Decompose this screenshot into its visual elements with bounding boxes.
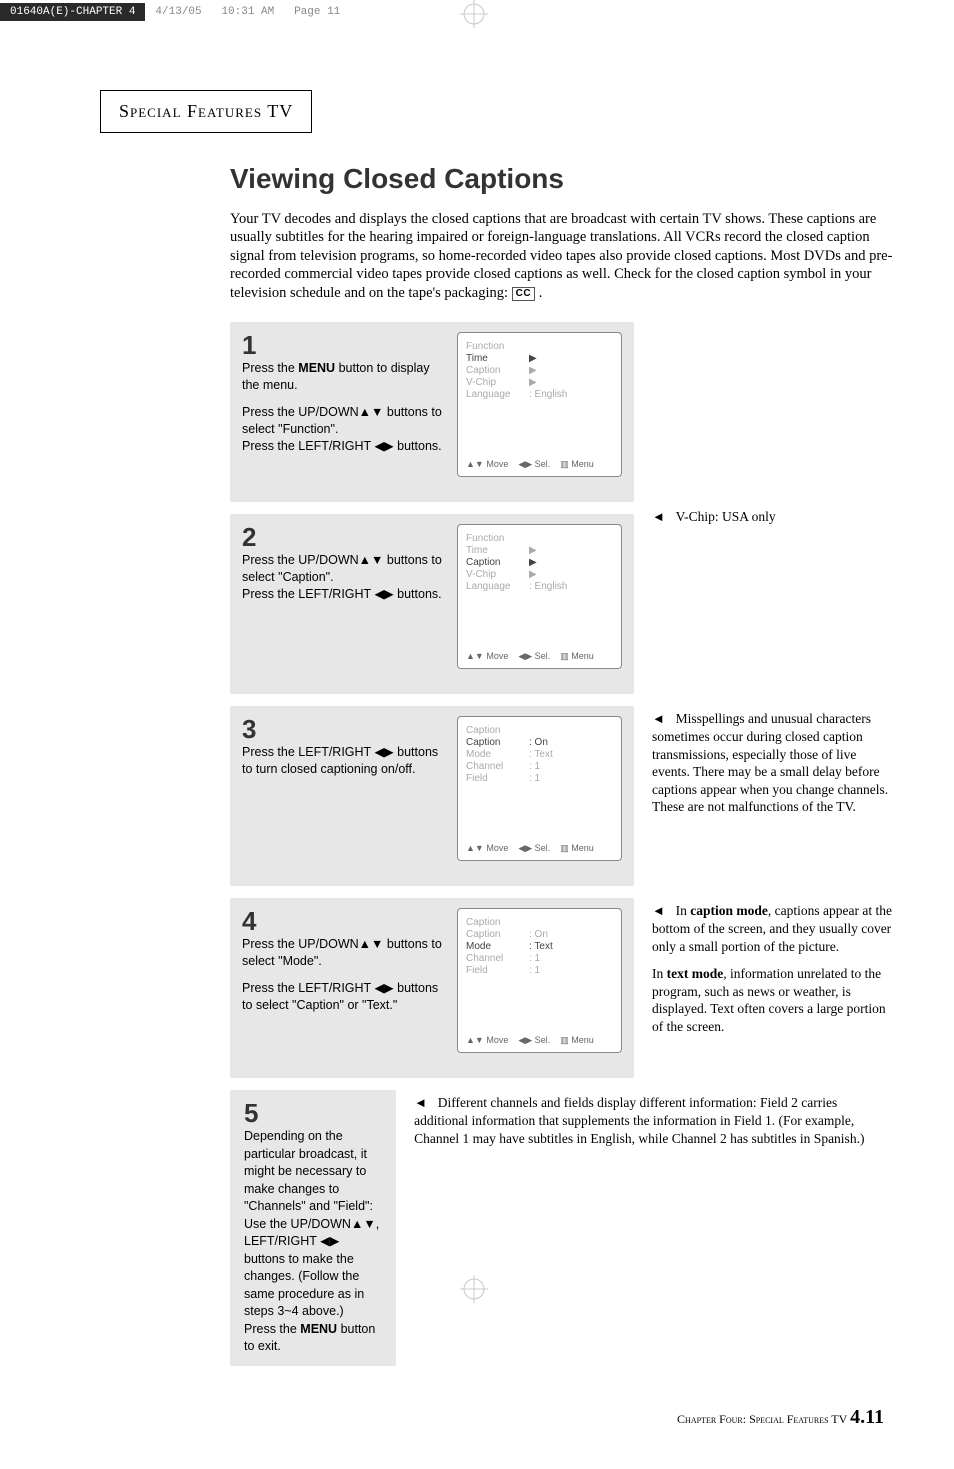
section-title-box: Special Features TV — [100, 90, 312, 133]
side-note-1 — [652, 322, 894, 326]
osd-hint: ▲▼ Move ◀▶ Sel. ▥ Menu — [466, 1035, 613, 1046]
triangle-left-icon: ◄ — [652, 509, 665, 524]
step-3: 3 Press the LEFT/RIGHT ◀▶ buttons to tur… — [230, 706, 634, 886]
step-1: 1 Press the MENU button to display the m… — [230, 322, 634, 502]
step-number: 1 — [242, 332, 445, 358]
step-number: 3 — [242, 716, 445, 742]
intro-text: Your TV decodes and displays the closed … — [230, 211, 892, 301]
side-note-3: ◄ Misspellings and unusual characters so… — [652, 706, 894, 826]
osd-hint: ▲▼ Move ◀▶ Sel. ▥ Menu — [466, 459, 613, 470]
osd-hint: ▲▼ Move ◀▶ Sel. ▥ Menu — [466, 651, 613, 662]
chapter-label: Chapter Four: Special Features TV — [677, 1412, 847, 1426]
osd-screenshot-3: Caption Caption: On Mode: Text Channel: … — [457, 716, 622, 861]
osd-screenshot-4: Caption Caption: On Mode: Text Channel: … — [457, 908, 622, 1053]
registration-mark-bottom — [460, 1275, 488, 1303]
triangle-left-icon: ◄ — [414, 1095, 427, 1110]
triangle-left-icon: ◄ — [652, 903, 665, 918]
side-note-2: ◄ V-Chip: USA only — [652, 504, 894, 536]
page-title: Viewing Closed Captions — [230, 163, 894, 195]
osd-hint: ▲▼ Move ◀▶ Sel. ▥ Menu — [466, 843, 613, 854]
step-4: 4 Press the UP/DOWN▲▼ buttons to select … — [230, 898, 634, 1078]
step-number: 5 — [244, 1100, 382, 1126]
cc-symbol: CC — [512, 287, 535, 302]
step-2: 2 Press the UP/DOWN▲▼ buttons to select … — [230, 514, 634, 694]
side-note-4: ◄ In caption mode, captions appear at th… — [652, 898, 894, 1045]
osd-screenshot-2: Function Time▶ Caption▶ V-Chip▶ Language… — [457, 524, 622, 669]
step-5: 5 Depending on the particular broadcast,… — [230, 1090, 396, 1366]
page-number: 4.11 — [850, 1406, 884, 1428]
triangle-left-icon: ◄ — [652, 711, 665, 726]
side-note-5: ◄ Different channels and fields display … — [414, 1090, 894, 1157]
step-number: 2 — [242, 524, 445, 550]
section-title: Special Features TV — [119, 101, 293, 121]
intro-paragraph: Your TV decodes and displays the closed … — [230, 210, 894, 303]
page-footer: Chapter Four: Special Features TV 4.11 — [60, 1406, 894, 1429]
osd-screenshot-1: Function Time▶ Caption▶ V-Chip▶ Language… — [457, 332, 622, 477]
step-number: 4 — [242, 908, 445, 934]
